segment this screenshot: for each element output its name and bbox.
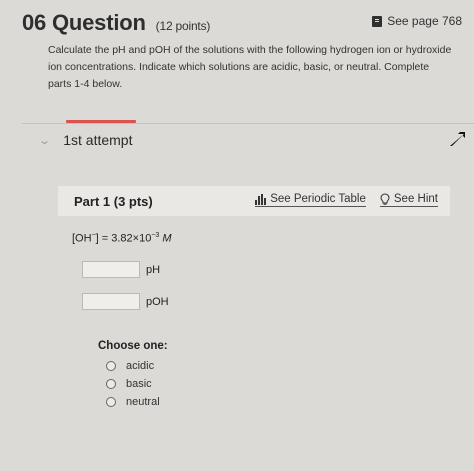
mouse-cursor-icon: [450, 132, 465, 146]
question-instructions: Calculate the pH and pOH of the solution…: [48, 44, 452, 90]
attempt-toggle[interactable]: ⌄ 1st attempt: [38, 132, 133, 148]
question-word: Question: [52, 10, 146, 35]
option-label: basic: [126, 378, 152, 390]
question-number: 06: [22, 10, 47, 35]
radio-button[interactable]: [106, 361, 116, 371]
given-value: ] = 3.82×10: [95, 232, 152, 245]
question-title: 06 Question (12 points): [22, 10, 210, 36]
question-page: 06 Question (12 points) See page 768 Cal…: [0, 0, 474, 471]
book-icon: [372, 15, 383, 27]
part-links: See Periodic Table See Hint: [255, 193, 438, 207]
option-acidic[interactable]: acidic: [106, 360, 154, 372]
ph-unit: pH: [146, 263, 161, 276]
hint-label: See Hint: [393, 193, 438, 205]
ph-answer-row: pH: [82, 261, 160, 278]
part-header: Part 1 (3 pts) See Periodic Table See Hi…: [58, 186, 450, 216]
hint-link[interactable]: See Hint: [379, 193, 438, 207]
choose-label: Choose one:: [98, 340, 168, 352]
given-unit: M: [162, 232, 172, 245]
option-label: neutral: [126, 396, 160, 408]
given-prefix: [OH: [72, 232, 92, 245]
poh-unit: pOH: [146, 295, 169, 308]
given-exponent: −3: [151, 232, 160, 239]
lightbulb-icon: [380, 193, 390, 205]
part-title: Part 1 (3 pts): [74, 194, 153, 209]
option-label: acidic: [126, 360, 155, 372]
radio-button[interactable]: [106, 379, 116, 389]
radio-button[interactable]: [106, 397, 116, 407]
question-header: 06 Question (12 points) See page 768: [22, 10, 464, 40]
bar-chart-icon: [255, 193, 267, 205]
poh-input[interactable]: [82, 293, 140, 310]
ph-input[interactable]: [82, 261, 140, 278]
periodic-table-link[interactable]: See Periodic Table: [255, 193, 366, 207]
periodic-table-label: See Periodic Table: [270, 193, 366, 205]
attempt-label: 1st attempt: [63, 132, 133, 148]
poh-answer-row: pOH: [82, 293, 169, 310]
see-page-link[interactable]: See page 768: [372, 14, 462, 28]
question-points: (12 points): [155, 19, 211, 33]
chevron-down-icon: ⌄: [38, 134, 52, 147]
see-page-label: See page 768: [387, 14, 462, 28]
option-basic[interactable]: basic: [106, 378, 152, 390]
option-neutral[interactable]: neutral: [106, 396, 160, 408]
divider: [22, 123, 474, 124]
given-concentration: [OH−] = 3.82×10−3 M: [72, 232, 172, 245]
